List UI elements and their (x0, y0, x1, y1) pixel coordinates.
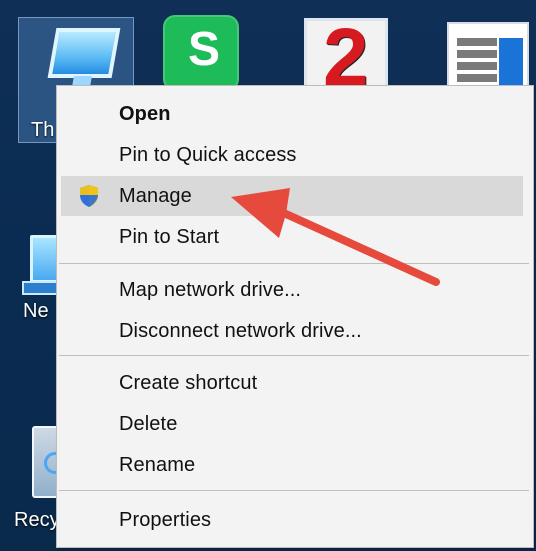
menu-item-manage-label: Manage (119, 184, 192, 207)
recycle-bin-label: Recy (14, 509, 60, 531)
menu-item-map-network-drive[interactable]: Map network drive... (61, 270, 523, 310)
menu-item-delete[interactable]: Delete (61, 404, 523, 444)
green-app-icon[interactable] (163, 15, 239, 91)
desktop-background: Th Ne Recy Open Pin to Quick access Mana… (0, 0, 536, 551)
menu-separator (59, 490, 529, 491)
menu-item-open[interactable]: Open (61, 94, 523, 134)
menu-item-pin-quick-access-label: Pin to Quick access (119, 143, 297, 166)
menu-item-disconnect-network-drive-label: Disconnect network drive... (119, 319, 362, 342)
shield-icon (80, 185, 98, 207)
menu-separator (59, 355, 529, 356)
menu-item-properties[interactable]: Properties (61, 500, 523, 540)
menu-separator (59, 263, 529, 264)
menu-item-open-label: Open (119, 102, 171, 125)
menu-item-create-shortcut-label: Create shortcut (119, 371, 258, 394)
this-pc-label: Th (31, 119, 55, 141)
menu-item-pin-start-label: Pin to Start (119, 225, 220, 248)
context-menu: Open Pin to Quick access Manage Pin to S… (56, 85, 534, 548)
menu-item-create-shortcut[interactable]: Create shortcut (61, 363, 523, 403)
red-app-icon[interactable] (304, 11, 388, 105)
computer-monitor-icon (47, 28, 121, 78)
menu-item-manage[interactable]: Manage (61, 176, 523, 216)
menu-item-rename-label: Rename (119, 453, 196, 476)
menu-item-disconnect-network-drive[interactable]: Disconnect network drive... (61, 311, 523, 351)
menu-item-properties-label: Properties (119, 508, 212, 531)
menu-item-map-network-drive-label: Map network drive... (119, 278, 302, 301)
menu-item-pin-start[interactable]: Pin to Start (61, 217, 523, 257)
menu-item-rename[interactable]: Rename (61, 445, 523, 485)
menu-item-delete-label: Delete (119, 412, 178, 435)
network-label: Ne (23, 300, 49, 322)
menu-item-pin-quick-access[interactable]: Pin to Quick access (61, 135, 523, 175)
